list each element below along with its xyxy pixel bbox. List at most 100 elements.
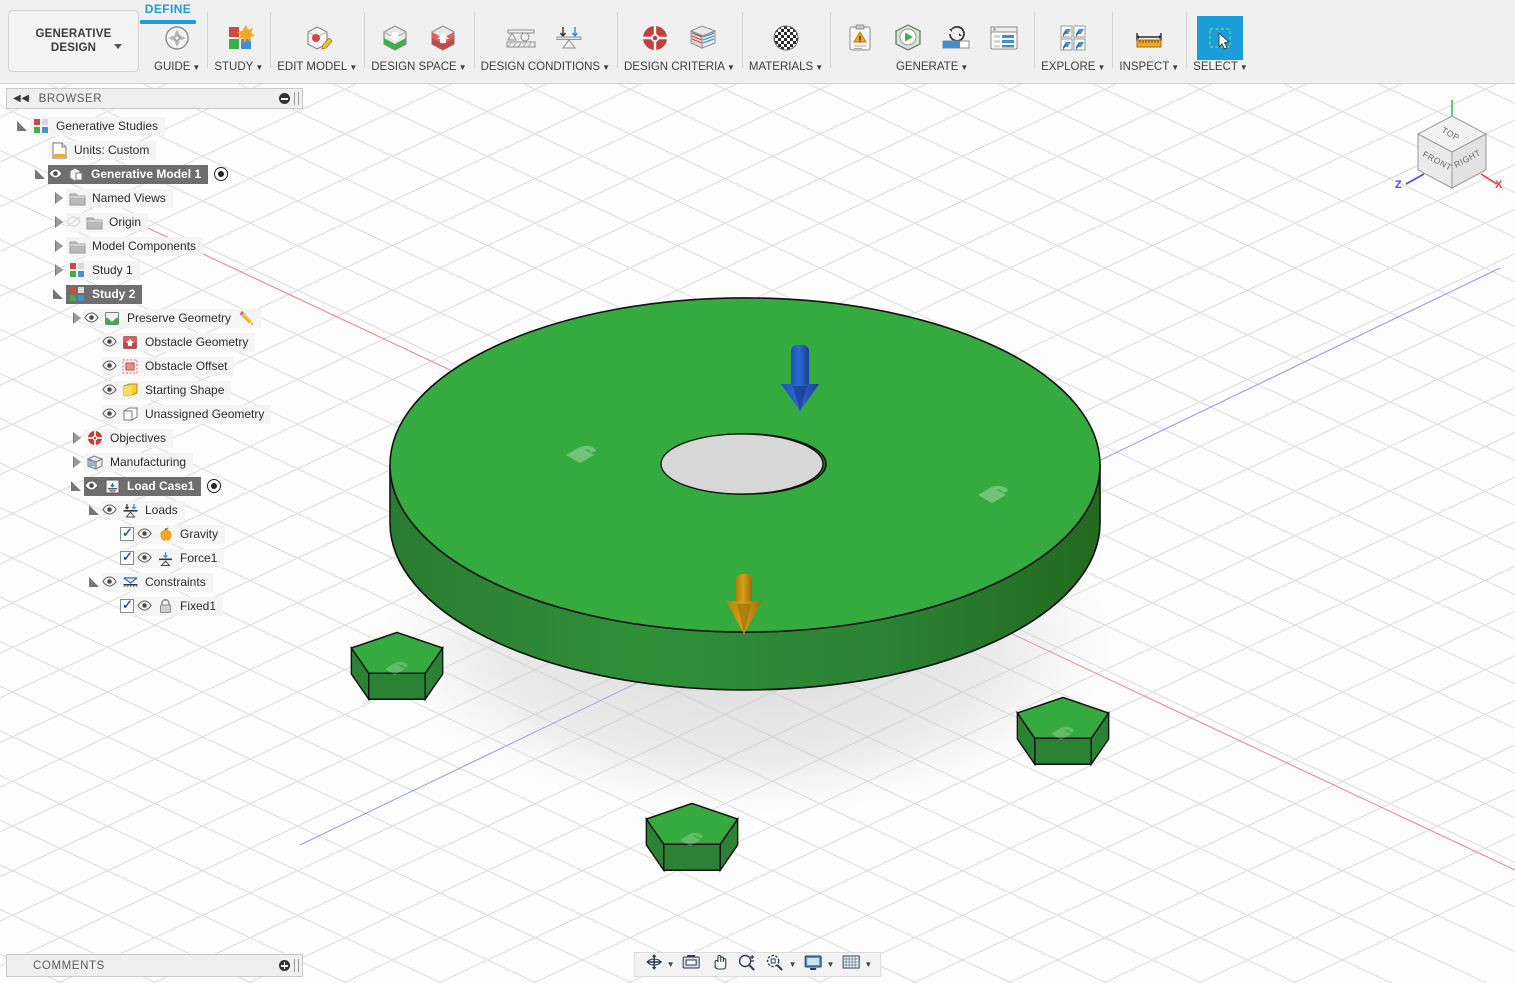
tree-row-unassigned-geometry[interactable]: Unassigned Geometry [6, 402, 306, 426]
chevron-down-icon[interactable]: ▼ [459, 63, 467, 72]
objectives-icon[interactable] [632, 16, 678, 60]
chevron-down-icon[interactable]: ▼ [192, 63, 200, 72]
orbit-tool[interactable]: ▼ [641, 953, 677, 976]
tree-row-named-views[interactable]: Named Views [6, 186, 306, 210]
tree-expander-study-2[interactable] [52, 287, 66, 301]
grid-settings[interactable]: ▼ [838, 953, 874, 976]
panel-resize-grip[interactable] [294, 92, 299, 105]
chevron-down-icon[interactable]: ▼ [1240, 63, 1248, 72]
chevron-down-icon[interactable]: ▼ [255, 63, 263, 72]
materials-checker-icon[interactable] [763, 16, 809, 60]
visibility-eye-icon[interactable] [102, 575, 119, 589]
toolbar-label-gen[interactable]: GENERATE ▼ [896, 61, 968, 74]
tree-row-generative-studies[interactable]: Generative Studies [6, 114, 306, 138]
toolbar-label-edit[interactable]: EDIT MODEL ▼ [277, 61, 357, 74]
look-at-icon[interactable] [681, 953, 703, 976]
tab-define[interactable]: DEFINE [140, 2, 196, 24]
precheck-icon[interactable] [837, 16, 883, 60]
visibility-eye-icon[interactable] [102, 503, 119, 517]
tree-expander-named-views[interactable] [52, 191, 66, 205]
visibility-eye-icon[interactable] [102, 335, 119, 349]
tree-expander-preserve-geometry[interactable] [70, 311, 84, 325]
study-icon[interactable] [216, 16, 262, 60]
chevron-down-icon[interactable]: ▼ [789, 960, 797, 969]
workspace-switch-button[interactable]: GENERATIVE DESIGN [8, 10, 139, 72]
toolbar-label-explore[interactable]: EXPLORE ▼ [1041, 61, 1105, 74]
tree-expander-manufacturing[interactable] [70, 455, 84, 469]
activate-radio-generative-model-1[interactable] [214, 167, 229, 181]
chevron-down-icon[interactable]: ▼ [349, 63, 357, 72]
tree-row-units[interactable]: Units: Custom [6, 138, 306, 162]
zoom-icon[interactable] [737, 953, 759, 976]
pan-hand-icon[interactable] [709, 953, 731, 976]
tree-row-origin[interactable]: Origin [6, 210, 306, 234]
display-settings[interactable]: ▼ [801, 953, 837, 976]
tree-expander-objectives[interactable] [70, 431, 84, 445]
toolbar-label-mat[interactable]: MATERIALS ▼ [749, 61, 823, 74]
tree-expander-generative-studies[interactable] [16, 119, 30, 133]
activate-radio-load-case-1[interactable] [207, 479, 222, 493]
toolbar-label-study[interactable]: STUDY ▼ [214, 61, 263, 74]
toolbar-label-select[interactable]: SELECT ▼ [1193, 61, 1248, 74]
comments-panel[interactable]: COMMENTS [6, 954, 303, 977]
visibility-eye-icon[interactable] [48, 167, 65, 181]
tree-row-preserve-geometry[interactable]: Preserve Geometry ✏️ [6, 306, 306, 330]
manufacturing-icon[interactable] [680, 16, 726, 60]
chevron-down-icon[interactable]: ▼ [827, 960, 835, 969]
tree-expander-model-components[interactable] [52, 239, 66, 253]
display-icon[interactable] [803, 953, 825, 976]
tree-row-generative-model-1[interactable]: Generative Model 1 [6, 162, 306, 186]
tree-expander-origin[interactable] [52, 215, 66, 229]
chevron-down-icon[interactable]: ▼ [602, 63, 610, 72]
chevron-down-icon[interactable]: ▼ [1097, 63, 1105, 72]
visibility-eye-icon[interactable] [102, 359, 119, 373]
tree-row-load-case-1[interactable]: Load Case1 [6, 474, 306, 498]
preserve-pentagon-bottom[interactable] [645, 802, 739, 873]
job-status-icon[interactable] [981, 16, 1027, 60]
edit-model-icon[interactable] [294, 16, 340, 60]
tree-expander-study-1[interactable] [52, 263, 66, 277]
toolbar-label-inspect[interactable]: INSPECT ▼ [1119, 61, 1179, 74]
tree-row-constraints[interactable]: Constraints [6, 570, 306, 594]
tree-row-starting-shape[interactable]: Starting Shape [6, 378, 306, 402]
generate-status-icon[interactable] [933, 16, 979, 60]
comments-resize-grip[interactable] [294, 959, 299, 972]
navigation-bar[interactable]: ▼ ▼ ▼ ▼ [633, 952, 882, 977]
measure-icon[interactable] [1126, 16, 1172, 60]
pan-tool[interactable] [707, 953, 733, 976]
tree-expander-constraints[interactable] [88, 575, 102, 589]
visibility-eye-icon[interactable] [137, 599, 154, 613]
look-at-tool[interactable] [679, 953, 705, 976]
preserve-geometry-icon[interactable] [372, 16, 418, 60]
chevron-down-icon[interactable]: ▼ [960, 63, 968, 72]
explore-grid-icon[interactable] [1050, 16, 1096, 60]
toolbar-label-space[interactable]: DESIGN SPACE ▼ [371, 61, 466, 74]
visibility-eye-off-icon[interactable] [66, 215, 83, 229]
visibility-eye-icon[interactable] [84, 311, 101, 325]
tree-row-fixed-1[interactable]: Fixed1 [6, 594, 306, 618]
chevron-down-icon[interactable]: ▼ [727, 63, 735, 72]
visibility-eye-icon[interactable] [137, 527, 154, 541]
tree-row-obstacle-geometry[interactable]: Obstacle Geometry [6, 330, 306, 354]
obstacle-geometry-icon[interactable] [420, 16, 466, 60]
generate-icon[interactable] [885, 16, 931, 60]
chevron-down-icon[interactable]: ▼ [1171, 63, 1179, 72]
visibility-eye-icon[interactable] [137, 551, 154, 565]
toolbar-label-guide[interactable]: GUIDE ▼ [154, 61, 200, 74]
collapse-left-icon[interactable]: ◀◀ [13, 93, 30, 104]
tree-row-obstacle-offset[interactable]: Obstacle Offset [6, 354, 306, 378]
fit-icon[interactable] [765, 953, 787, 976]
minus-circle-icon[interactable] [279, 93, 290, 104]
tree-row-study-2[interactable]: Study 2 [6, 282, 306, 306]
tree-checkbox-gravity[interactable] [120, 525, 134, 541]
structural-loads-icon[interactable] [546, 16, 592, 60]
tree-checkbox-force-1[interactable] [120, 549, 134, 565]
tree-row-objectives[interactable]: Objectives [6, 426, 306, 450]
fit-tool[interactable]: ▼ [763, 953, 799, 976]
grid-icon[interactable] [840, 953, 862, 976]
tree-row-model-components[interactable]: Model Components [6, 234, 306, 258]
chevron-down-icon[interactable]: ▼ [667, 960, 675, 969]
visibility-eye-icon[interactable] [84, 479, 101, 493]
tree-row-manufacturing[interactable]: Manufacturing [6, 450, 306, 474]
zoom-tool[interactable] [735, 953, 761, 976]
